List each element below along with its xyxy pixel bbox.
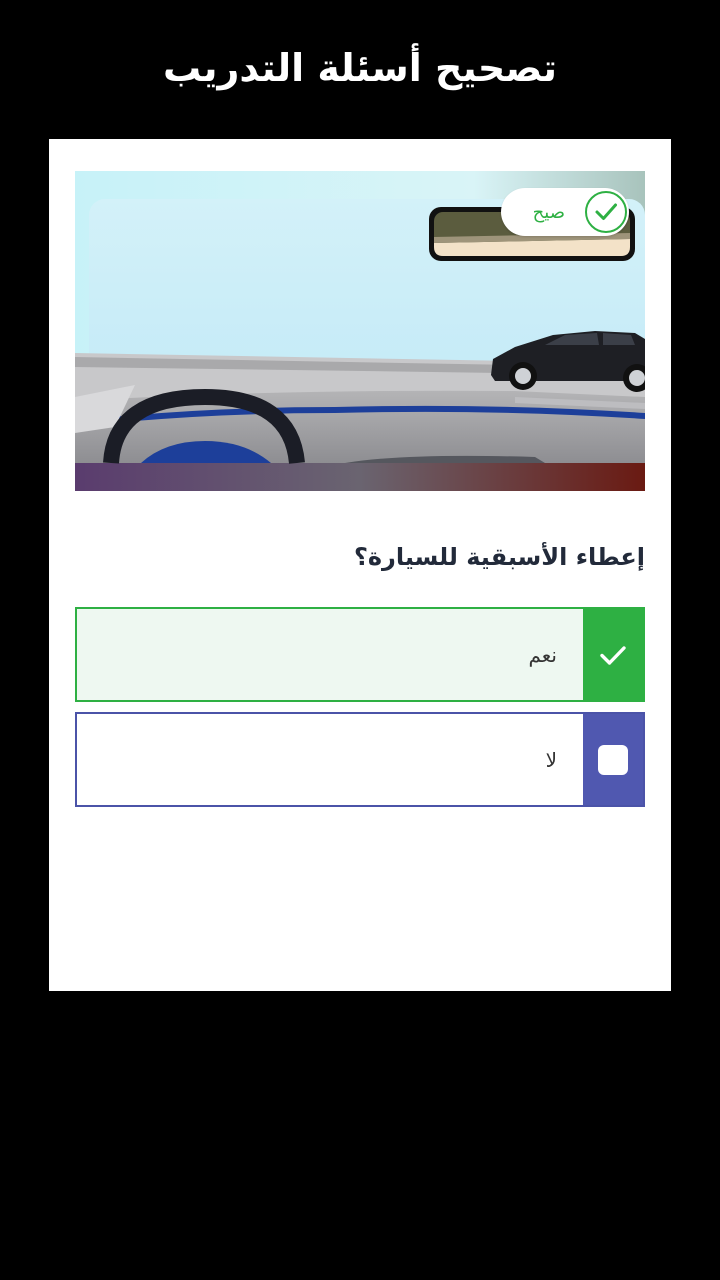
verdict-check-icon <box>585 191 627 233</box>
question-image: صيح <box>75 171 645 491</box>
question-text: إعطاء الأسبقية للسيارة؟ <box>353 543 645 571</box>
verdict-badge: صيح <box>501 188 629 236</box>
answer-option-yes[interactable]: نعم <box>75 607 645 702</box>
answer-option-no[interactable]: لا <box>75 712 645 807</box>
empty-checkbox-icon <box>583 714 643 805</box>
answer-option-label: نعم <box>528 642 557 667</box>
answer-option-label: لا <box>545 747 557 772</box>
page-title: تصحيح أسئلة التدريب <box>162 45 558 90</box>
check-icon <box>583 609 643 700</box>
question-card: صيح إعطاء الأسبقية للسيارة؟ نعم لا <box>49 139 671 991</box>
verdict-label: صيح <box>532 201 565 223</box>
